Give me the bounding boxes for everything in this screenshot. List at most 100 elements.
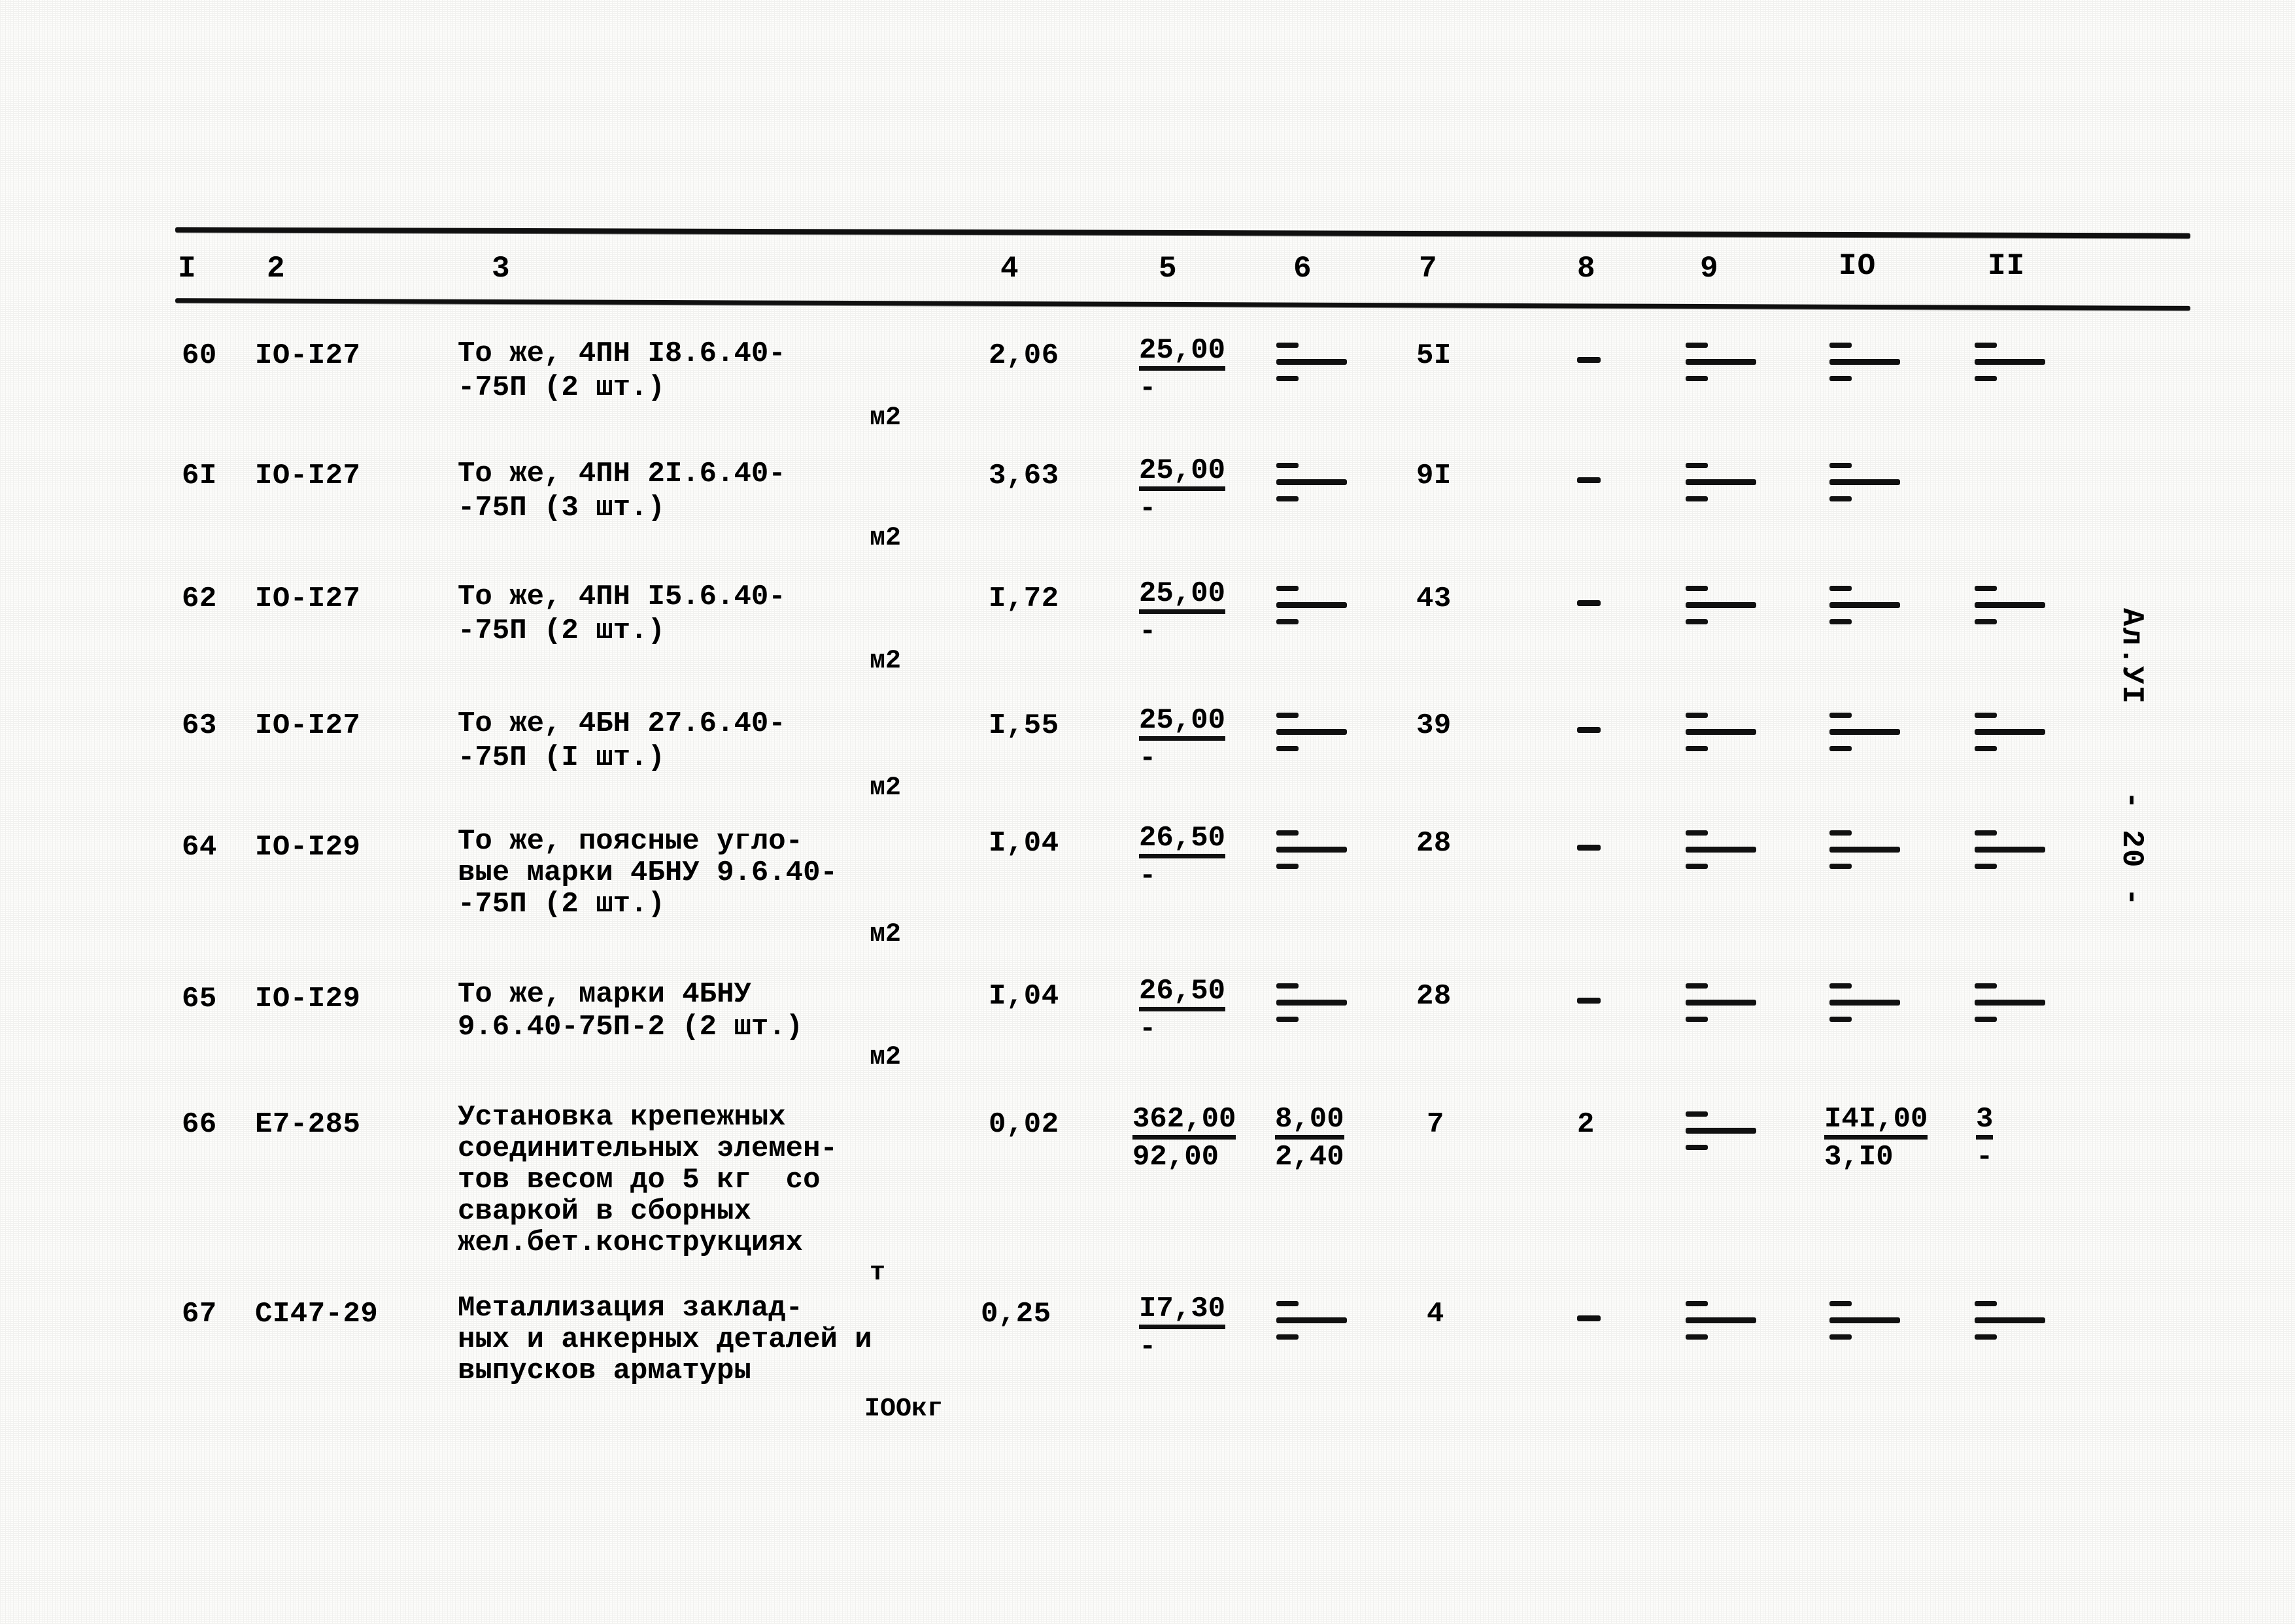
row-col6-dashes bbox=[1276, 586, 1347, 624]
row-col5-bot: - bbox=[1139, 1330, 1157, 1363]
row-col4-value: I,04 bbox=[989, 827, 1059, 860]
row-col10-dashes bbox=[1829, 586, 1900, 624]
row-description-line: сваркой в сборных bbox=[458, 1195, 751, 1228]
row-col9-dashes bbox=[1686, 1111, 1756, 1150]
dash-mark bbox=[1686, 1301, 1708, 1306]
dash-mark bbox=[1686, 864, 1708, 869]
row-description-line: -75П (2 шт.) bbox=[458, 371, 665, 404]
dash-mark bbox=[1975, 343, 1997, 348]
row-col8-dash bbox=[1577, 600, 1601, 606]
dash-mark bbox=[1829, 343, 1852, 348]
row-col5-top: 362,00 bbox=[1132, 1105, 1236, 1140]
row-unit: м2 bbox=[870, 524, 902, 553]
row-col11-dashes bbox=[1975, 713, 2045, 751]
row-description-line: То же, марки 4БНУ bbox=[458, 978, 751, 1011]
dash-mark bbox=[1276, 983, 1299, 989]
row-code: IО-I29 bbox=[255, 831, 361, 864]
column-header-9: 9 bbox=[1700, 252, 1719, 286]
scanned-page: I 2 3 4 5 6 7 8 9 IО II 60 IО-I27 То же,… bbox=[0, 0, 2295, 1624]
row-col5-top: 26,50 bbox=[1139, 824, 1226, 858]
row-col10-top: I4I,00 bbox=[1824, 1105, 1928, 1140]
row-col10-dashes bbox=[1829, 463, 1900, 501]
dash-mark bbox=[1276, 376, 1299, 381]
underline-bar bbox=[1276, 847, 1347, 853]
row-col7-value: 39 bbox=[1416, 709, 1452, 742]
page-number-label: - 20 - bbox=[2115, 791, 2149, 907]
dash-mark bbox=[1829, 619, 1852, 624]
row-col4-value: I,72 bbox=[989, 583, 1059, 615]
row-number: 60 bbox=[182, 339, 217, 372]
dash-mark bbox=[1975, 376, 1997, 381]
row-col7-value: 28 bbox=[1416, 827, 1452, 860]
row-col4-value: 0,02 bbox=[989, 1108, 1059, 1141]
row-col6-top: 8,00 bbox=[1275, 1105, 1344, 1140]
dash-mark bbox=[1686, 376, 1708, 381]
row-col5-stack: 26,50 - bbox=[1139, 824, 1226, 891]
row-col7-value: 4 bbox=[1427, 1298, 1444, 1330]
dash-mark bbox=[1686, 830, 1708, 836]
row-number: 64 bbox=[182, 831, 217, 864]
row-number: 67 bbox=[182, 1298, 217, 1330]
row-unit: м2 bbox=[870, 1043, 902, 1072]
dash-mark bbox=[1686, 1017, 1708, 1022]
row-col7-value: 43 bbox=[1416, 583, 1452, 615]
row-description-line: То же, 4ПН 2I.6.40- bbox=[458, 458, 786, 490]
row-description-line: Установка крепежных bbox=[458, 1101, 786, 1134]
dash-mark bbox=[1829, 1334, 1852, 1340]
column-header-2: 2 bbox=[267, 252, 286, 286]
row-col10-dashes bbox=[1829, 983, 1900, 1022]
column-header-4: 4 bbox=[1000, 252, 1019, 286]
underline-bar bbox=[1276, 1317, 1347, 1323]
dash-mark bbox=[1975, 586, 1997, 591]
underline-bar bbox=[1686, 1000, 1756, 1006]
row-col10-dashes bbox=[1829, 1301, 1900, 1340]
row-col9-dashes bbox=[1686, 983, 1756, 1022]
dash-mark bbox=[1686, 619, 1708, 624]
row-description-line: вые марки 4БНУ 9.6.40- bbox=[458, 856, 838, 889]
row-col10-dashes bbox=[1829, 830, 1900, 869]
row-description-line: То же, поясные угло- bbox=[458, 825, 804, 858]
underline-bar bbox=[1975, 1000, 2045, 1006]
dash-mark bbox=[1276, 463, 1299, 468]
underline-bar bbox=[1276, 729, 1347, 735]
row-col10-dashes bbox=[1829, 713, 1900, 751]
row-col6-dashes bbox=[1276, 343, 1347, 381]
row-col11-dashes bbox=[1975, 586, 2045, 624]
row-col9-dashes bbox=[1686, 463, 1756, 501]
row-col6-bot: 2,40 bbox=[1275, 1141, 1344, 1174]
row-description-line: То же, 4ПН I8.6.40- bbox=[458, 337, 786, 370]
dash-mark bbox=[1276, 1301, 1299, 1306]
row-col6-dashes bbox=[1276, 463, 1347, 501]
dash-mark bbox=[1686, 586, 1708, 591]
row-col5-stack: 26,50 - bbox=[1139, 977, 1226, 1044]
row-col4-value: 0,25 bbox=[981, 1298, 1051, 1330]
underline-bar bbox=[1686, 479, 1756, 485]
dash-mark bbox=[1975, 1334, 1997, 1340]
row-col5-bot: - bbox=[1139, 742, 1157, 775]
underline-bar bbox=[1829, 1000, 1900, 1006]
dash-mark bbox=[1686, 713, 1708, 718]
row-unit: м2 bbox=[870, 920, 902, 949]
row-col9-dashes bbox=[1686, 713, 1756, 751]
row-description-line: -75П (3 шт.) bbox=[458, 492, 665, 524]
dash-mark bbox=[1975, 713, 1997, 718]
row-unit: IООкг bbox=[864, 1395, 944, 1424]
dash-mark bbox=[1686, 746, 1708, 751]
row-unit: т bbox=[870, 1259, 886, 1288]
row-col5-top: 25,00 bbox=[1139, 579, 1226, 614]
row-description-line: -75П (2 шт.) bbox=[458, 888, 665, 921]
dash-mark bbox=[1686, 1111, 1708, 1117]
row-description-line: -75П (2 шт.) bbox=[458, 615, 665, 647]
dash-mark bbox=[1276, 864, 1299, 869]
row-code: IО-I27 bbox=[255, 709, 361, 742]
dash-mark bbox=[1829, 586, 1852, 591]
row-col8-dash bbox=[1577, 727, 1601, 733]
underline-bar bbox=[1829, 602, 1900, 608]
dash-mark bbox=[1829, 496, 1852, 501]
row-col11-top: 3 bbox=[1976, 1105, 1994, 1140]
row-col9-dashes bbox=[1686, 343, 1756, 381]
row-col8-dash bbox=[1577, 1315, 1601, 1321]
row-col11-dashes bbox=[1975, 1301, 2045, 1340]
row-col9-dashes bbox=[1686, 586, 1756, 624]
underline-bar bbox=[1686, 602, 1756, 608]
